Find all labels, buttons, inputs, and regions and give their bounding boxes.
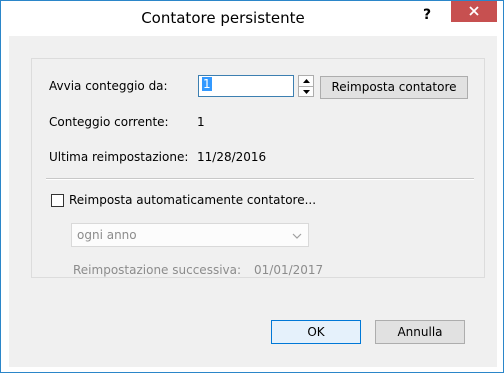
current-count-value: 1 (197, 115, 205, 129)
window-title: Contatore persistente (141, 9, 305, 27)
start-count-spinner[interactable] (298, 75, 314, 97)
next-reset-value: 01/01/2017 (254, 263, 324, 277)
help-button[interactable]: ? (415, 5, 439, 25)
start-count-input[interactable]: 1 (198, 75, 294, 97)
reset-counter-button[interactable]: Reimposta contatore (320, 76, 468, 99)
spin-down-button[interactable] (299, 87, 313, 97)
counter-group: Avvia conteggio da: 1 Reimposta contator… (31, 58, 485, 278)
start-count-value: 1 (202, 77, 212, 91)
last-reset-value: 11/28/2016 (197, 150, 267, 164)
cancel-button[interactable]: Annulla (375, 320, 465, 344)
arrow-down-icon (302, 90, 310, 94)
close-icon (469, 6, 479, 16)
auto-reset-checkbox[interactable] (51, 194, 64, 207)
arrow-up-icon (302, 79, 310, 83)
last-reset-label: Ultima reimpostazione: (49, 150, 189, 164)
dialog-client-area: Avvia conteggio da: 1 Reimposta contator… (9, 36, 497, 367)
dialog-window: Contatore persistente ? Avvia conteggio … (0, 0, 504, 373)
spin-up-button[interactable] (299, 76, 313, 87)
ok-button[interactable]: OK (271, 320, 361, 344)
start-count-label: Avvia conteggio da: (49, 79, 168, 93)
current-count-label: Conteggio corrente: (49, 115, 169, 129)
close-button[interactable] (451, 1, 497, 22)
reset-frequency-select[interactable]: ogni anno (71, 223, 309, 247)
chevron-down-icon (292, 228, 302, 242)
title-bar: Contatore persistente ? (1, 1, 503, 35)
auto-reset-label[interactable]: Reimposta automaticamente contatore... (69, 193, 316, 207)
reset-frequency-value: ogni anno (77, 228, 137, 242)
divider (46, 178, 474, 180)
next-reset-label: Reimpostazione successiva: (73, 263, 242, 277)
